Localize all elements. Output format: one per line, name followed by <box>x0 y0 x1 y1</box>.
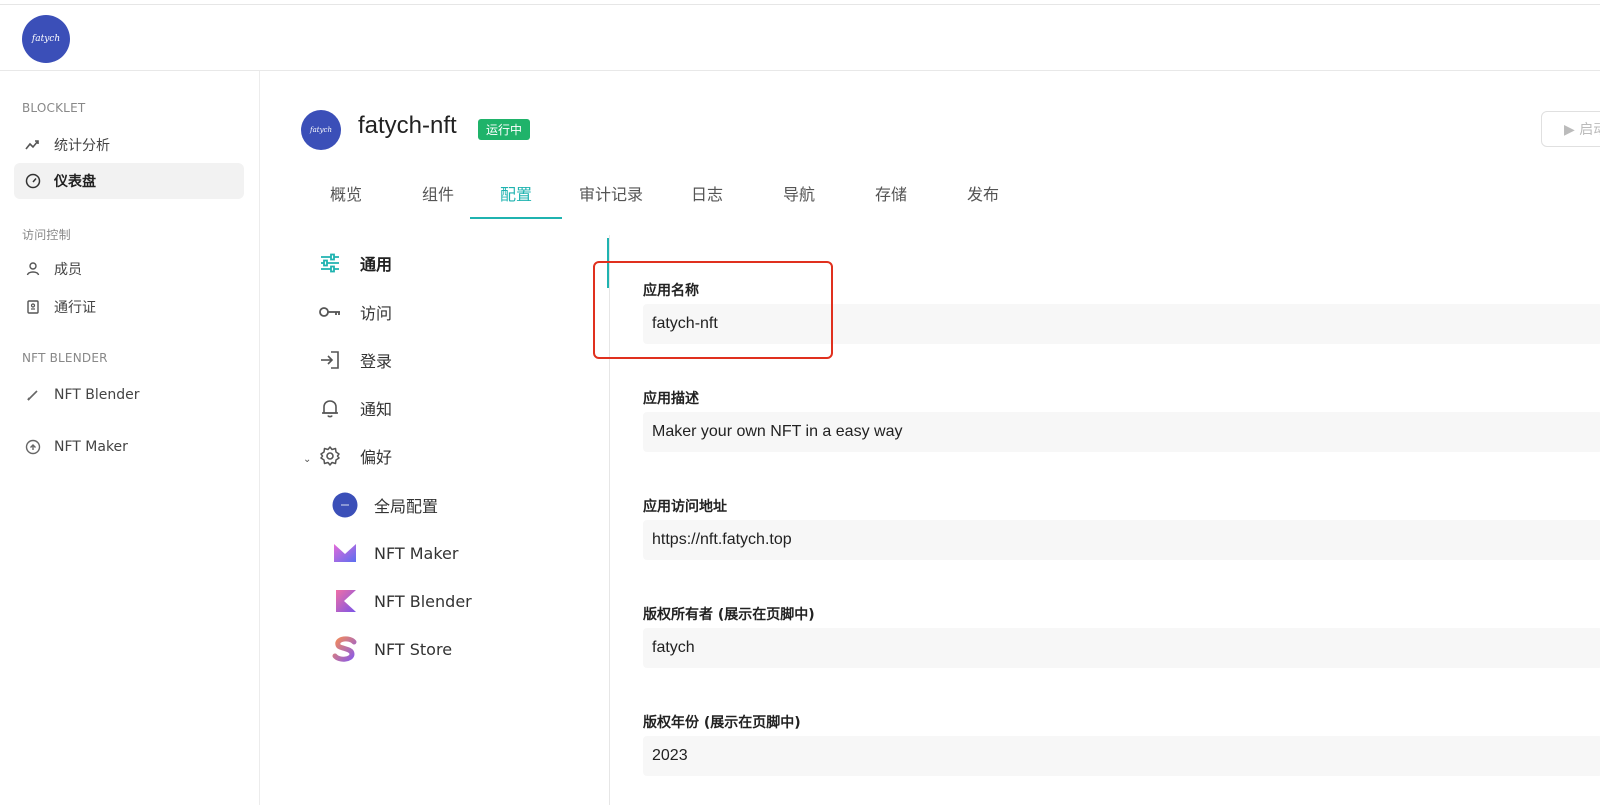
sidebar-item-label: NFT Blender <box>54 387 140 403</box>
login-icon <box>318 348 342 372</box>
nft-store-icon <box>332 636 358 662</box>
subnav-item-label: 偏好 <box>360 448 393 467</box>
subnav-item-label: 通知 <box>360 400 393 419</box>
start-button[interactable]: ▶ 启动 <box>1541 111 1600 147</box>
sidebar-item-nft-maker[interactable]: NFT Maker <box>14 429 244 465</box>
app-description-input[interactable] <box>643 412 1600 452</box>
annotation-highlight-box <box>593 261 833 359</box>
circle-up-icon <box>24 438 42 456</box>
pref-item-nft-blender[interactable]: NFT Blender <box>332 581 472 621</box>
pref-item-label: NFT Blender <box>374 591 472 611</box>
tab-bar: 概览 组件 配置 审计记录 日志 导航 存储 发布 <box>300 175 1600 219</box>
fatych-logo-icon <box>332 492 358 518</box>
pref-item-global[interactable]: 全局配置 <box>332 485 438 525</box>
config-subnav: 通用 访问 登录 通知 偏好 全局配置 NFT Maker NFT Blende… <box>300 235 610 805</box>
subnav-item-preferences[interactable]: 偏好 <box>300 436 392 476</box>
sidebar-item-label: 仪表盘 <box>54 174 96 190</box>
subnav-item-label: 登录 <box>360 352 393 371</box>
app-url-label: 应用访问地址 <box>643 499 727 515</box>
sidebar-item-label: 通行证 <box>54 300 96 316</box>
gear-icon <box>318 444 342 468</box>
pref-item-label: NFT Maker <box>374 543 459 563</box>
app-avatar: fatych <box>301 110 341 150</box>
subnav-item-general[interactable]: 通用 <box>300 243 392 283</box>
subnav-item-label: 访问 <box>360 304 393 323</box>
pref-item-label: NFT Store <box>374 639 453 659</box>
app-url-input[interactable] <box>643 520 1600 560</box>
sidebar-item-passport[interactable]: 通行证 <box>14 289 244 325</box>
sidebar-item-nft-blender[interactable]: NFT Blender <box>14 377 244 413</box>
sidebar-section-blocklet: BLOCKLET <box>22 101 86 115</box>
nft-maker-icon <box>332 540 358 566</box>
tab-navigation[interactable]: 导航 <box>753 175 845 219</box>
passport-icon <box>24 298 42 316</box>
bell-icon <box>318 396 342 420</box>
dashboard-icon <box>24 172 42 190</box>
copyright-owner-input[interactable] <box>643 628 1600 668</box>
user-icon <box>24 260 42 278</box>
sidebar-item-analytics[interactable]: 统计分析 <box>14 127 244 163</box>
tab-logs[interactable]: 日志 <box>661 175 753 219</box>
chevron-down-icon[interactable]: ⌄ <box>303 454 311 465</box>
subnav-item-access[interactable]: 访问 <box>300 292 392 332</box>
app-description-label: 应用描述 <box>643 391 699 407</box>
sidebar-section-access: 访问控制 <box>22 228 71 242</box>
tab-config[interactable]: 配置 <box>470 175 562 219</box>
sidebar-item-label: NFT Maker <box>54 439 128 455</box>
tab-overview[interactable]: 概览 <box>300 175 392 219</box>
pencil-icon <box>24 386 42 404</box>
sidebar-item-label: 成员 <box>54 262 82 278</box>
subnav-item-label: 通用 <box>360 255 393 274</box>
subnav-item-notification[interactable]: 通知 <box>300 388 392 428</box>
copyright-year-label: 版权年份 (展示在页脚中) <box>643 715 801 731</box>
sidebar: BLOCKLET 统计分析 仪表盘 访问控制 成员 通行证 NFT BLENDE… <box>0 71 260 805</box>
analytics-icon <box>24 136 42 154</box>
status-badge: 运行中 <box>478 119 531 140</box>
key-icon <box>318 300 342 324</box>
pref-item-nft-store[interactable]: NFT Store <box>332 629 452 669</box>
sidebar-section-nft-blender: NFT BLENDER <box>22 351 108 365</box>
copyright-owner-label: 版权所有者 (展示在页脚中) <box>643 607 815 623</box>
pref-item-nft-maker[interactable]: NFT Maker <box>332 533 458 573</box>
app-logo[interactable]: fatych <box>22 15 70 63</box>
header: fatych <box>0 5 1600 71</box>
nft-blender-icon <box>332 588 358 614</box>
sidebar-item-members[interactable]: 成员 <box>14 251 244 287</box>
pref-item-label: 全局配置 <box>374 497 439 516</box>
subnav-item-login[interactable]: 登录 <box>300 340 392 380</box>
tab-publish[interactable]: 发布 <box>937 175 1029 219</box>
copyright-year-input[interactable] <box>643 736 1600 776</box>
sidebar-item-label: 统计分析 <box>54 138 110 154</box>
sidebar-item-dashboard[interactable]: 仪表盘 <box>14 163 244 199</box>
page-title: fatych-nft <box>358 112 457 139</box>
sliders-icon <box>318 251 342 275</box>
tab-audit-log[interactable]: 审计记录 <box>565 175 657 219</box>
tab-storage[interactable]: 存储 <box>845 175 937 219</box>
